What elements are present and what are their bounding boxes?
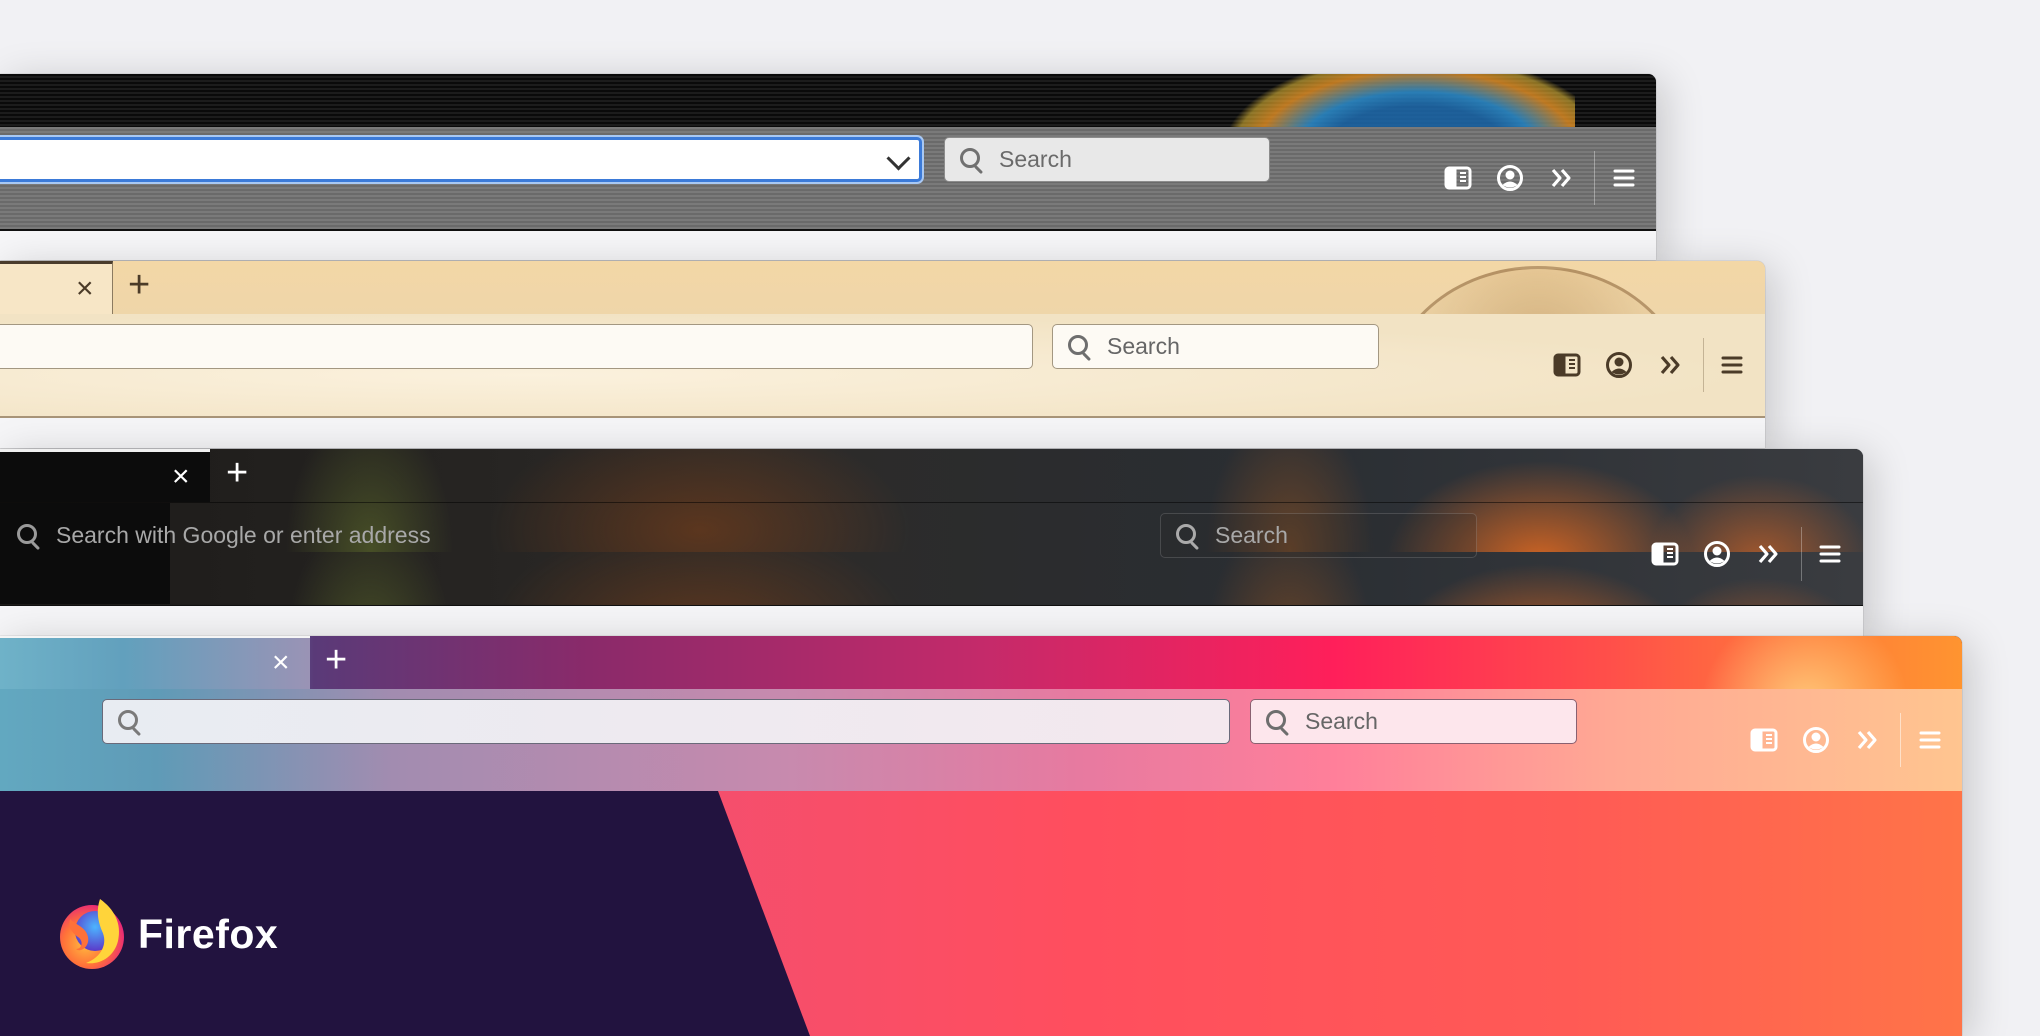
browser-window-dark-theme: Search: [0, 74, 1656, 260]
firefox-logo-icon: [56, 897, 128, 971]
browser-window-parchment-theme: × + Search: [0, 261, 1765, 448]
browser-window-forest-theme: × + Search with Google or enter address …: [0, 449, 1863, 636]
toolbar-divider: [1801, 527, 1802, 581]
search-icon: [1175, 523, 1201, 549]
new-tab-button[interactable]: +: [226, 454, 248, 492]
sidebar-icon[interactable]: [1650, 539, 1680, 569]
sidebar-icon[interactable]: [1749, 725, 1779, 755]
page-content: [0, 606, 1863, 636]
firefox-brand: Firefox: [56, 897, 278, 971]
search-icon: [117, 709, 143, 735]
brand-name: Firefox: [138, 910, 279, 957]
page-content: [0, 418, 1765, 448]
account-icon[interactable]: [1604, 350, 1634, 380]
search-placeholder: Search: [1107, 333, 1180, 359]
overflow-icon[interactable]: [1656, 350, 1686, 380]
menu-icon[interactable]: [1915, 725, 1945, 755]
active-tab[interactable]: ×: [0, 261, 113, 314]
toolbar-divider: [1900, 713, 1901, 767]
new-tab-button[interactable]: +: [325, 641, 347, 679]
search-bar[interactable]: Search: [1160, 513, 1477, 558]
search-icon: [1067, 334, 1093, 360]
navigation-toolbar: Search: [0, 314, 1765, 418]
navigation-toolbar: Search with Google or enter address Sear…: [0, 502, 1863, 607]
search-icon: [959, 147, 985, 173]
account-icon[interactable]: [1801, 725, 1831, 755]
url-bar[interactable]: [0, 324, 1033, 369]
account-icon[interactable]: [1495, 163, 1525, 193]
overflow-icon[interactable]: [1754, 539, 1784, 569]
active-tab[interactable]: ×: [0, 449, 210, 502]
new-tab-button[interactable]: +: [128, 266, 150, 304]
browser-window-pink-theme: × + Search Firefox: [0, 636, 1962, 1036]
overflow-icon[interactable]: [1547, 163, 1577, 193]
menu-icon[interactable]: [1815, 539, 1845, 569]
url-bar[interactable]: [0, 137, 922, 182]
sidebar-icon[interactable]: [1552, 350, 1582, 380]
account-icon[interactable]: [1702, 539, 1732, 569]
menu-icon[interactable]: [1717, 350, 1747, 380]
close-tab-icon[interactable]: ×: [272, 648, 290, 678]
page-content: [0, 231, 1656, 260]
url-bar[interactable]: [102, 699, 1230, 744]
toolbar-divider: [1594, 151, 1595, 205]
search-placeholder: Search: [999, 146, 1072, 172]
coral-gradient-panel: [718, 791, 1962, 1036]
search-icon: [1265, 709, 1291, 735]
tab-bar: × +: [0, 449, 1863, 502]
search-bar[interactable]: Search: [1250, 699, 1577, 744]
close-tab-icon[interactable]: ×: [172, 462, 190, 492]
tab-bar: × +: [0, 636, 1962, 690]
close-tab-icon[interactable]: ×: [76, 274, 94, 304]
page-content: Firefox: [0, 791, 1962, 1036]
chevron-down-icon[interactable]: [886, 146, 911, 171]
url-bar-placeholder: Search with Google or enter address: [56, 522, 431, 548]
navigation-toolbar: Search: [0, 127, 1656, 231]
active-tab[interactable]: ×: [0, 636, 310, 689]
search-placeholder: Search: [1305, 708, 1378, 734]
search-bar[interactable]: Search: [1052, 324, 1379, 369]
overflow-icon[interactable]: [1853, 725, 1883, 755]
navigation-toolbar: Search: [0, 689, 1962, 793]
search-icon: [16, 523, 42, 549]
search-bar[interactable]: Search: [944, 137, 1270, 182]
sidebar-icon[interactable]: [1443, 163, 1473, 193]
url-bar[interactable]: Search with Google or enter address: [0, 513, 1140, 558]
toolbar-divider: [1703, 338, 1704, 392]
menu-icon[interactable]: [1609, 163, 1639, 193]
search-placeholder: Search: [1215, 522, 1288, 548]
